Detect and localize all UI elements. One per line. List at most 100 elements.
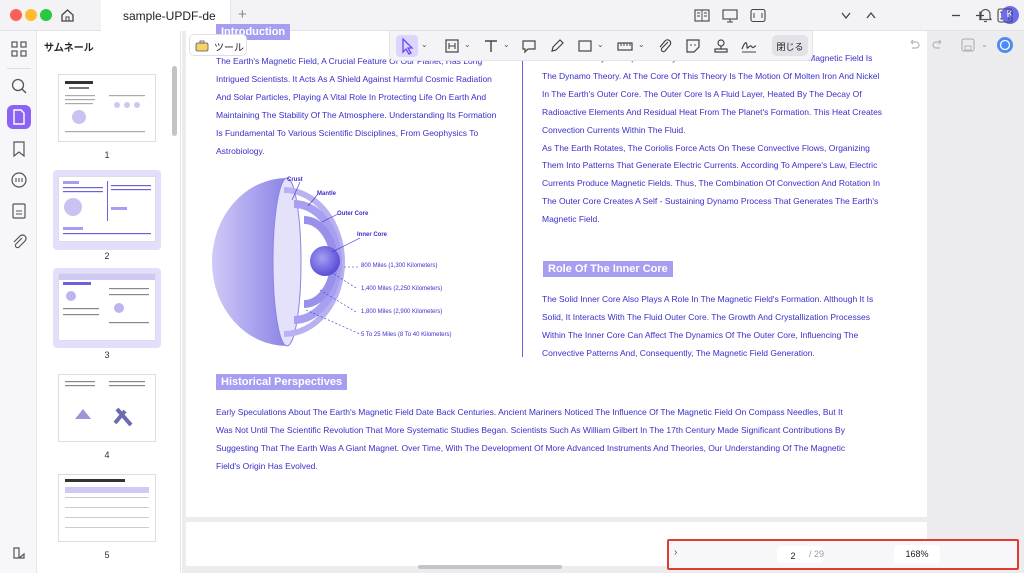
dynamo-paragraph: The Most Widely - Accepted Theory For Th… xyxy=(542,50,882,229)
inner-core-line: The Solid Inner Core Also Plays A Role I… xyxy=(542,294,874,304)
save-icon[interactable] xyxy=(960,37,976,53)
inner-core-paragraph: The Solid Inner Core Also Plays A Role I… xyxy=(542,291,873,363)
intro-line: Maintaining The Stability Of The Atmosph… xyxy=(216,109,497,120)
page-thumbnail-3[interactable] xyxy=(58,273,156,341)
chevron-down-icon[interactable]: ⌄ xyxy=(638,40,645,49)
thumbnail-view-button[interactable] xyxy=(7,105,31,129)
inner-core-heading: Role Of The Inner Core xyxy=(543,261,673,277)
dim-inner-core: 800 Miles (1,300 Kilometers) xyxy=(361,263,438,269)
history-line: Field's Origin Has Evolved. xyxy=(216,460,318,471)
dynamo-line: As The Earth Rotates, The Coriolis Force… xyxy=(542,142,870,153)
paperclip-icon[interactable] xyxy=(656,37,674,55)
thumbnail-scrollbar[interactable] xyxy=(172,66,177,136)
form-icon[interactable] xyxy=(9,201,29,221)
page-number-2: 2 xyxy=(104,251,110,261)
rectangle-icon[interactable] xyxy=(576,37,594,55)
select-tool-icon[interactable] xyxy=(396,35,418,57)
minimize-window-button[interactable] xyxy=(25,9,37,21)
previous-page-chevron-up-icon[interactable] xyxy=(863,8,879,23)
ai-assistant-icon[interactable] xyxy=(996,36,1014,54)
intro-line: Astrobiology. xyxy=(216,145,265,156)
dynamo-line: Radioactive Elements And Residual Heat F… xyxy=(542,106,883,117)
new-tab-button[interactable]: + xyxy=(238,6,247,23)
total-pages: / 29 xyxy=(809,549,825,559)
page-display-icon[interactable] xyxy=(694,8,710,23)
history-line: Early Speculations About The Earth's Mag… xyxy=(216,407,843,417)
inner-core-line: Solid, It Interacts With The Fluid Outer… xyxy=(542,311,871,322)
history-line: Suggesting That The Earth Was A Giant Ma… xyxy=(216,442,846,453)
page-number-5: 5 xyxy=(104,550,110,560)
text-box-icon[interactable] xyxy=(443,37,461,55)
chevron-down-icon[interactable]: ⌄ xyxy=(503,40,510,49)
signature-icon[interactable] xyxy=(740,37,758,55)
zoom-out-icon[interactable] xyxy=(948,8,964,23)
current-page-input[interactable] xyxy=(783,548,803,563)
earth-layers-diagram xyxy=(212,170,482,350)
history-heading: Historical Perspectives xyxy=(216,374,348,390)
inner-core-line: Convective Patterns And, Consequently, T… xyxy=(542,347,815,358)
history-line: Was Not Until The Scientific Revolution … xyxy=(216,424,845,435)
close-window-button[interactable] xyxy=(10,9,22,21)
fit-width-icon[interactable] xyxy=(750,8,766,23)
page-number-1: 1 xyxy=(104,150,110,160)
inner-core-line: Within The Inner Core Can Affect The Dyn… xyxy=(542,329,859,340)
toolbox-icon xyxy=(195,39,209,52)
document-tab[interactable]: sample-UPDF-de xyxy=(101,0,231,31)
dynamo-line: Convection Currents Within The Fluid. xyxy=(542,124,686,135)
layers-icon[interactable] xyxy=(9,543,29,563)
collapse-arrow-icon[interactable]: › xyxy=(674,547,677,558)
bookmark-icon[interactable] xyxy=(9,139,29,159)
intro-paragraph: The Earth's Magnetic Field, A Crucial Fe… xyxy=(216,53,496,160)
left-tool-bar xyxy=(0,31,37,573)
maximize-window-button[interactable] xyxy=(40,9,52,21)
thumbnail-panel-title: サムネール xyxy=(44,43,94,54)
dim-crust: 5 To 25 Miles (8 To 40 Kilometers) xyxy=(361,332,452,338)
chevron-down-icon[interactable]: ⌄ xyxy=(464,40,471,49)
text-tool-icon[interactable] xyxy=(482,37,500,55)
grid-icon[interactable] xyxy=(9,39,29,59)
comment-icon[interactable] xyxy=(9,170,29,190)
page-number-4: 4 xyxy=(104,450,110,460)
intro-line: Intrigued Scientists. It Acts As A Shiel… xyxy=(216,73,492,84)
dim-mantle: 1,800 Miles (2,900 Kilometers) xyxy=(361,309,443,315)
presentation-icon[interactable] xyxy=(722,8,738,23)
stamp-icon[interactable] xyxy=(712,37,730,55)
page-number-3: 3 xyxy=(104,350,110,360)
column-divider xyxy=(522,31,523,357)
close-tools-button[interactable]: 閉じる xyxy=(772,35,808,56)
zoom-level[interactable]: 168% xyxy=(894,545,940,564)
dim-outer-core: 1,400 Miles (2,250 Kilometers) xyxy=(361,286,443,292)
divider xyxy=(7,68,31,69)
chevron-down-icon[interactable]: ⌄ xyxy=(421,40,428,49)
page-thumbnail-5[interactable] xyxy=(58,474,156,542)
document-tab-title: sample-UPDF-de xyxy=(123,9,216,23)
tools-button[interactable]: ツール xyxy=(189,34,247,56)
fullscreen-icon[interactable] xyxy=(997,8,1013,23)
redo-icon[interactable] xyxy=(930,37,946,53)
comment-tool-icon[interactable] xyxy=(520,37,538,55)
dynamo-line: In The Earth's Outer Core. The Outer Cor… xyxy=(542,88,862,99)
annotation-toolbar: ⌄ ⌄ ⌄ ⌄ ⌄ xyxy=(389,31,813,61)
label-inner-core: Inner Core xyxy=(357,232,388,238)
dynamo-line: Them Into Patterns That Generate Electri… xyxy=(542,160,878,171)
home-icon[interactable] xyxy=(59,7,76,24)
pencil-icon[interactable] xyxy=(548,37,566,55)
dynamo-line: The Outer Core Creates A Self - Sustaini… xyxy=(542,196,879,207)
zoom-in-icon[interactable] xyxy=(972,8,988,23)
attachment-icon[interactable] xyxy=(9,232,29,252)
chevron-down-icon[interactable]: ⌄ xyxy=(597,40,604,49)
page-thumbnail-4[interactable] xyxy=(58,374,156,442)
label-outer-core: Outer Core xyxy=(337,211,369,217)
undo-icon[interactable] xyxy=(906,37,922,53)
page-thumbnail-2[interactable] xyxy=(58,176,156,242)
horizontal-scrollbar[interactable] xyxy=(418,565,562,569)
dynamo-line: Magnetic Field. xyxy=(542,214,600,225)
dynamo-line: The Dynamo Theory. At The Core Of This T… xyxy=(542,70,880,81)
page-thumbnail-1[interactable] xyxy=(58,74,156,142)
sticker-icon[interactable] xyxy=(684,37,702,55)
search-icon[interactable] xyxy=(9,76,29,96)
next-page-chevron-down-icon[interactable] xyxy=(838,8,854,23)
label-mantle: Mantle xyxy=(317,191,337,197)
chevron-down-icon[interactable]: ⌄ xyxy=(981,40,988,49)
measure-icon[interactable] xyxy=(616,37,634,55)
